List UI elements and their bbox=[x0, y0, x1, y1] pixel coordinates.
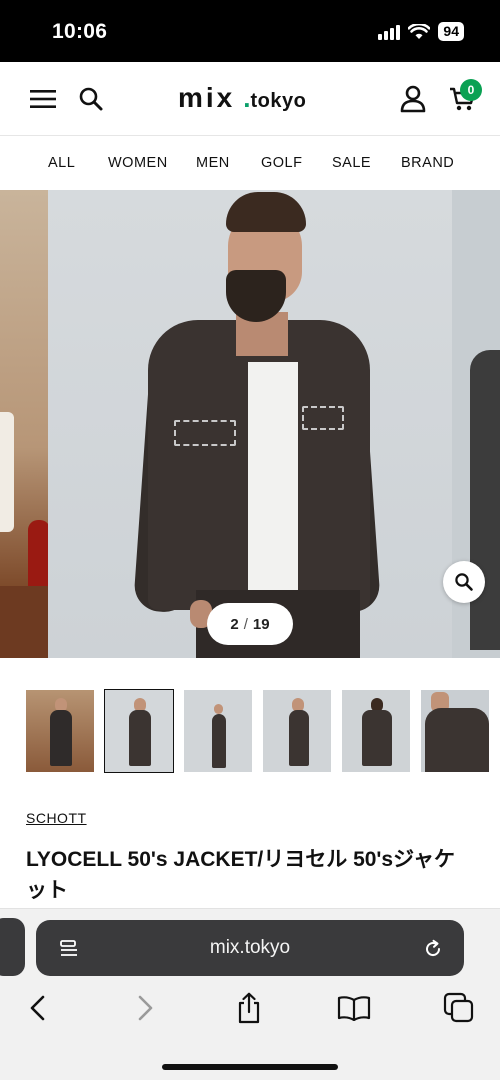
category-sale[interactable]: SALE bbox=[332, 155, 371, 171]
image-pager: 2 / 19 bbox=[207, 603, 293, 645]
logo-dot: . bbox=[243, 83, 251, 113]
pager-separator: / bbox=[243, 615, 248, 633]
brand-link[interactable]: SCHOTT bbox=[26, 810, 87, 826]
zoom-icon bbox=[455, 573, 473, 591]
share-icon[interactable] bbox=[231, 990, 267, 1026]
site-logo[interactable]: mix . tokyo bbox=[178, 82, 306, 114]
pager-current: 2 bbox=[230, 615, 239, 633]
jacket-right-pocket bbox=[302, 406, 344, 430]
tabs-icon[interactable] bbox=[441, 990, 477, 1026]
search-icon[interactable] bbox=[74, 82, 108, 116]
next-slide-model bbox=[470, 350, 500, 650]
reload-icon[interactable] bbox=[420, 936, 446, 962]
thumbnail-6[interactable] bbox=[421, 690, 489, 772]
status-bar: 10:06 94 bbox=[0, 0, 500, 62]
category-all[interactable]: ALL bbox=[48, 155, 75, 171]
thumbnail-1[interactable] bbox=[26, 690, 94, 772]
previous-slide-peek[interactable] bbox=[0, 190, 50, 658]
back-icon[interactable] bbox=[20, 990, 56, 1026]
logo-sub-text: tokyo bbox=[250, 90, 307, 112]
battery-indicator: 94 bbox=[438, 22, 464, 41]
address-bar[interactable]: mix.tokyo bbox=[36, 920, 464, 976]
pager-total: 19 bbox=[252, 615, 270, 633]
product-title: LYOCELL 50's JACKET/リヨセル 50'sジャケット bbox=[26, 848, 456, 902]
address-url: mix.tokyo bbox=[209, 937, 291, 958]
status-time: 10:06 bbox=[52, 20, 108, 43]
thumbnail-2[interactable] bbox=[104, 689, 174, 773]
wifi-icon bbox=[408, 23, 431, 39]
forward-icon[interactable] bbox=[127, 990, 163, 1026]
thumbnail-3[interactable] bbox=[184, 690, 252, 772]
user-icon[interactable] bbox=[396, 82, 430, 116]
category-women[interactable]: WOMEN bbox=[108, 155, 168, 171]
status-indicators: 94 bbox=[378, 22, 464, 41]
previous-tab-peek[interactable] bbox=[0, 918, 25, 976]
jacket-left-pocket bbox=[174, 420, 236, 446]
thumbnail-5[interactable] bbox=[342, 690, 410, 772]
cellular-signal-icon bbox=[378, 24, 401, 40]
category-men[interactable]: MEN bbox=[196, 155, 230, 171]
model-shirt bbox=[248, 362, 298, 606]
home-indicator bbox=[162, 1064, 338, 1070]
zoom-button[interactable] bbox=[443, 561, 485, 603]
cart-count-badge: 0 bbox=[460, 79, 482, 101]
site-header: mix . tokyo bbox=[0, 62, 500, 136]
bookmarks-icon[interactable] bbox=[336, 990, 372, 1026]
logo-main-text: mix bbox=[178, 82, 236, 113]
menu-icon[interactable] bbox=[26, 82, 60, 116]
category-golf[interactable]: GOLF bbox=[261, 155, 302, 171]
category-nav: ALL WOMEN MEN GOLF SALE BRAND bbox=[0, 137, 500, 189]
category-brand[interactable]: BRAND bbox=[401, 155, 454, 171]
thumbnail-strip bbox=[26, 689, 500, 773]
thumbnail-4[interactable] bbox=[263, 690, 331, 772]
